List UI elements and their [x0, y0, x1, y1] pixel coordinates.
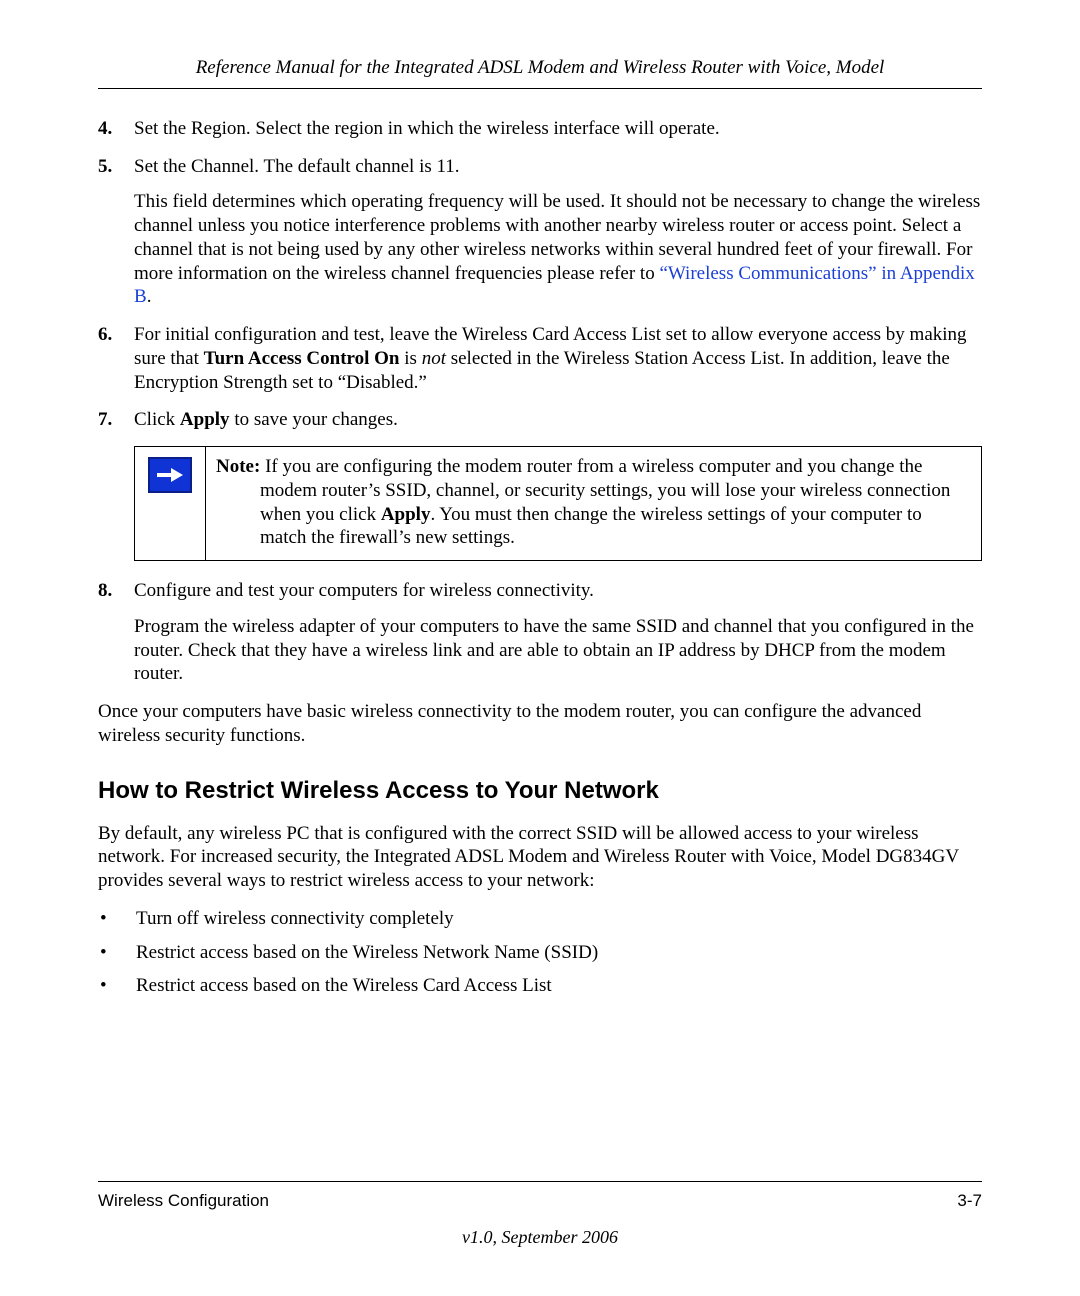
bullet-text: Turn off wireless connectivity completel… — [136, 907, 454, 931]
list-number: 7. — [98, 408, 134, 432]
list-number: 6. — [98, 323, 134, 394]
bullet-item: • Restrict access based on the Wireless … — [98, 941, 982, 965]
list-body: Click Apply to save your changes. — [134, 408, 982, 432]
bold-text: Turn Access Control On — [204, 348, 400, 369]
bullet-icon: • — [98, 941, 136, 965]
list-item: 8. Configure and test your computers for… — [98, 579, 982, 686]
text-run: . — [147, 286, 152, 307]
note-box: Note: If you are configuring the modem r… — [134, 446, 982, 561]
italic-text: not — [422, 348, 446, 369]
list-item: 6. For initial configuration and test, l… — [98, 323, 982, 394]
bullet-icon: • — [98, 974, 136, 998]
bold-text: Apply — [180, 409, 230, 430]
text-run: to save your changes. — [230, 409, 398, 430]
bullet-text: Restrict access based on the Wireless Ca… — [136, 974, 552, 998]
footer-row: Wireless Configuration 3-7 — [98, 1190, 982, 1211]
list-paragraph: This field determines which operating fr… — [134, 190, 982, 309]
list-item: 4. Set the Region. Select the region in … — [98, 117, 982, 141]
list-text: Set the Channel. The default channel is … — [134, 155, 982, 179]
page-number: 3-7 — [957, 1190, 982, 1211]
list-number: 4. — [98, 117, 134, 141]
numbered-list-cont: 8. Configure and test your computers for… — [98, 579, 982, 686]
note-text: Note: If you are configuring the modem r… — [206, 447, 981, 560]
list-item: 7. Click Apply to save your changes. — [98, 408, 982, 432]
list-item: 5. Set the Channel. The default channel … — [98, 155, 982, 310]
list-body: Configure and test your computers for wi… — [134, 579, 982, 686]
page: Reference Manual for the Integrated ADSL… — [0, 0, 1080, 1296]
page-footer: Wireless Configuration 3-7 v1.0, Septemb… — [98, 1181, 982, 1248]
numbered-list: 4. Set the Region. Select the region in … — [98, 117, 982, 432]
list-body: Set the Channel. The default channel is … — [134, 155, 982, 310]
list-body: Set the Region. Select the region in whi… — [134, 117, 982, 141]
footer-rule — [98, 1181, 982, 1182]
running-head: Reference Manual for the Integrated ADSL… — [98, 56, 982, 80]
arrow-right-icon — [148, 457, 192, 493]
header-rule — [98, 88, 982, 89]
closing-paragraph: Once your computers have basic wireless … — [98, 700, 982, 748]
list-number: 5. — [98, 155, 134, 310]
list-number: 8. — [98, 579, 134, 686]
list-body: For initial configuration and test, leav… — [134, 323, 982, 394]
bullet-text: Restrict access based on the Wireless Ne… — [136, 941, 598, 965]
bold-text: Apply — [381, 504, 431, 525]
list-text: Set the Region. Select the region in whi… — [134, 117, 982, 141]
footer-version: v1.0, September 2006 — [98, 1226, 982, 1249]
text-run: is — [400, 348, 422, 369]
bullet-list: • Turn off wireless connectivity complet… — [98, 907, 982, 998]
note-icon-cell — [135, 447, 206, 560]
bullet-icon: • — [98, 907, 136, 931]
note-label: Note: — [216, 456, 260, 477]
text-run: Click — [134, 409, 180, 430]
list-text: For initial configuration and test, leav… — [134, 323, 982, 394]
list-paragraph: Program the wireless adapter of your com… — [134, 615, 982, 686]
list-text: Click Apply to save your changes. — [134, 408, 982, 432]
footer-left: Wireless Configuration — [98, 1190, 269, 1211]
bullet-item: • Turn off wireless connectivity complet… — [98, 907, 982, 931]
section-heading: How to Restrict Wireless Access to Your … — [98, 776, 982, 806]
section-intro: By default, any wireless PC that is conf… — [98, 822, 982, 893]
bullet-item: • Restrict access based on the Wireless … — [98, 974, 982, 998]
list-text: Configure and test your computers for wi… — [134, 579, 982, 603]
